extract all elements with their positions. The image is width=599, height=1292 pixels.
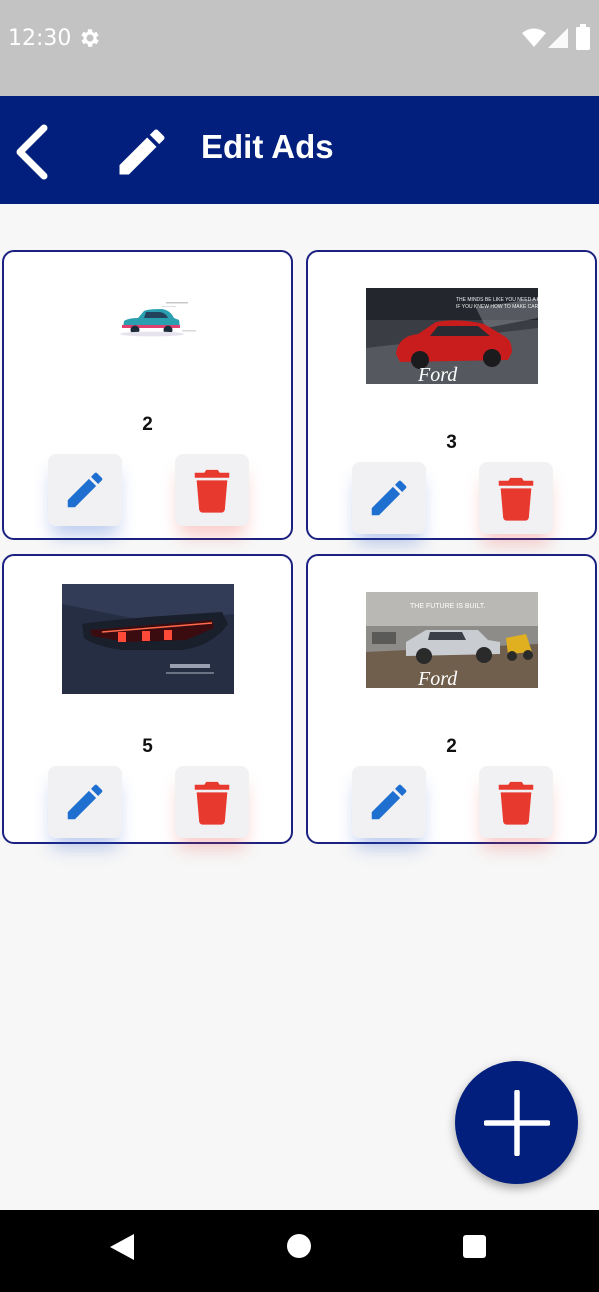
trash-icon <box>498 477 534 521</box>
page-title: Edit Ads <box>201 128 334 165</box>
plus-icon <box>483 1089 550 1156</box>
delete-button[interactable] <box>175 766 249 838</box>
pencil-icon <box>67 784 103 820</box>
nav-recents-icon[interactable] <box>463 1235 486 1258</box>
pencil-icon <box>371 784 407 820</box>
status-time: 12:30 <box>8 26 72 51</box>
trash-icon <box>498 781 534 825</box>
trash-icon <box>194 781 230 825</box>
ad-image[interactable] <box>118 298 200 340</box>
svg-text:Ford: Ford <box>417 364 458 384</box>
ad-count: 2 <box>142 414 153 435</box>
pencil-icon <box>371 480 407 516</box>
delete-button[interactable] <box>175 454 249 526</box>
wifi-icon <box>522 28 546 47</box>
svg-text:THE FUTURE IS BUILT.: THE FUTURE IS BUILT. <box>410 603 485 610</box>
pencil-icon <box>119 129 165 175</box>
svg-text:IF YOU KNEW HOW TO MAKE CARS.: IF YOU KNEW HOW TO MAKE CARS. <box>456 304 538 310</box>
ad-image[interactable]: THE MINDS BE LIKE YOU NEED A ROAD IF YOU… <box>366 288 538 384</box>
nav-back-icon[interactable] <box>108 1232 136 1262</box>
ad-count: 2 <box>446 736 457 757</box>
ad-count: 3 <box>446 432 457 453</box>
svg-text:THE MINDS BE LIKE YOU NEED A R: THE MINDS BE LIKE YOU NEED A ROAD <box>456 297 538 303</box>
ad-count: 5 <box>142 736 153 757</box>
ad-card: 2 <box>2 250 293 540</box>
ad-card: 5 <box>2 554 293 844</box>
battery-icon <box>576 24 590 50</box>
chevron-left-icon[interactable] <box>8 122 56 182</box>
edit-button[interactable] <box>352 462 426 534</box>
add-ad-button[interactable] <box>455 1061 578 1184</box>
ad-image[interactable]: THE FUTURE IS BUILT. Ford <box>366 592 538 688</box>
ad-card: THE MINDS BE LIKE YOU NEED A ROAD IF YOU… <box>306 250 597 540</box>
edit-button[interactable] <box>48 454 122 526</box>
pencil-icon <box>67 472 103 508</box>
delete-button[interactable] <box>479 766 553 838</box>
svg-text:Ford: Ford <box>417 668 458 688</box>
nav-home-icon[interactable] <box>287 1234 311 1258</box>
signal-icon <box>548 28 568 48</box>
trash-icon <box>194 469 230 513</box>
ad-image[interactable] <box>62 584 234 694</box>
edit-button[interactable] <box>352 766 426 838</box>
gear-icon <box>81 29 99 47</box>
ad-card: THE FUTURE IS BUILT. Ford 2 <box>306 554 597 844</box>
delete-button[interactable] <box>479 462 553 534</box>
edit-button[interactable] <box>48 766 122 838</box>
